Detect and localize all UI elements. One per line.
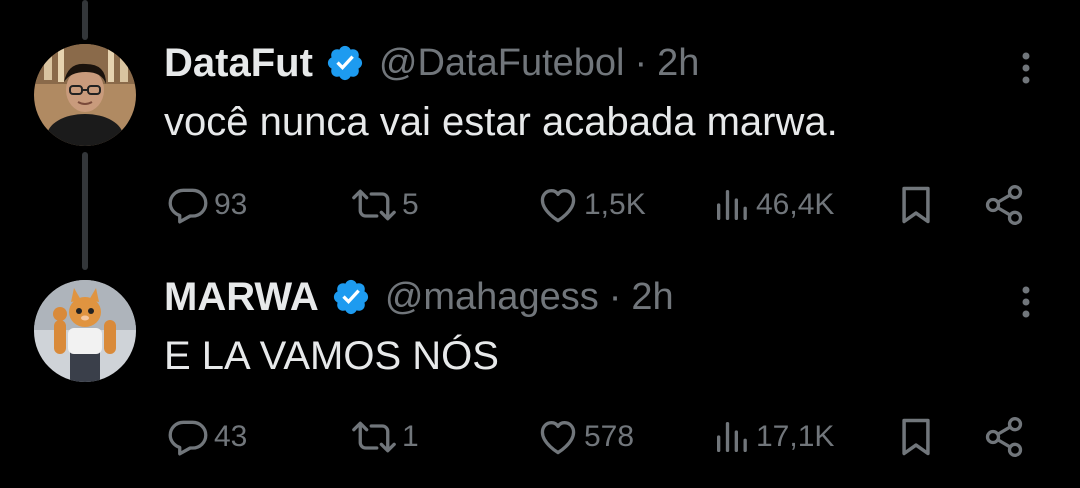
retweet-button[interactable]: 5: [350, 180, 419, 230]
views-chart-icon: [712, 183, 752, 227]
retweet-icon: [350, 183, 398, 227]
author-handle[interactable]: @mahagess: [385, 276, 599, 319]
reply-button[interactable]: 93: [166, 180, 247, 230]
verified-badge-icon: [331, 277, 371, 317]
views-chart-icon: [712, 415, 752, 459]
views-button[interactable]: 46,4K: [712, 180, 834, 230]
timestamp[interactable]: 2h: [657, 42, 699, 85]
author-name[interactable]: DataFut: [164, 41, 313, 86]
tweet[interactable]: MARWA @mahagess · 2h E LA VAMOS NÓS 43 1…: [0, 244, 1080, 488]
reply-icon: [166, 415, 210, 459]
share-button[interactable]: [982, 180, 1026, 230]
reply-button[interactable]: 43: [166, 412, 247, 462]
tweet-actions: 43 1 578 17,1K: [0, 412, 1080, 462]
share-button[interactable]: [982, 412, 1026, 462]
views-button[interactable]: 17,1K: [712, 412, 834, 462]
tweet-actions: 93 5 1,5K 46,4K: [0, 180, 1080, 230]
verified-badge-icon: [325, 43, 365, 83]
retweet-button[interactable]: 1: [350, 412, 419, 462]
share-icon: [982, 415, 1026, 459]
reply-count: 93: [214, 188, 248, 221]
separator-dot: ·: [608, 275, 622, 318]
heart-icon: [536, 183, 580, 227]
separator-dot: ·: [634, 41, 648, 84]
bookmark-button[interactable]: [894, 412, 938, 462]
retweet-count: 1: [402, 420, 419, 453]
more-options-icon[interactable]: [1016, 282, 1036, 322]
bookmark-icon: [894, 415, 938, 459]
tweet-header: DataFut @DataFutebol · 2h: [164, 38, 699, 88]
view-count: 17,1K: [756, 420, 835, 453]
bookmark-button[interactable]: [894, 180, 938, 230]
like-button[interactable]: 578: [536, 412, 634, 462]
view-count: 46,4K: [756, 188, 835, 221]
author-handle[interactable]: @DataFutebol: [379, 42, 625, 85]
like-count: 1,5K: [584, 188, 646, 221]
bookmark-icon: [894, 183, 938, 227]
retweet-icon: [350, 415, 398, 459]
share-icon: [982, 183, 1026, 227]
tweet-text: E LA VAMOS NÓS: [164, 334, 499, 378]
heart-icon: [536, 415, 580, 459]
more-options-icon[interactable]: [1016, 48, 1036, 88]
tweet[interactable]: DataFut @DataFutebol · 2h você nunca vai…: [0, 0, 1080, 244]
like-button[interactable]: 1,5K: [536, 180, 646, 230]
like-count: 578: [584, 420, 635, 453]
reply-icon: [166, 183, 210, 227]
reply-count: 43: [214, 420, 248, 453]
tweet-header: MARWA @mahagess · 2h: [164, 272, 674, 322]
avatar[interactable]: [34, 44, 136, 146]
author-name[interactable]: MARWA: [164, 275, 319, 320]
timestamp[interactable]: 2h: [631, 276, 673, 319]
avatar[interactable]: [34, 280, 136, 382]
retweet-count: 5: [402, 188, 419, 221]
tweet-text: você nunca vai estar acabada marwa.: [164, 100, 838, 144]
